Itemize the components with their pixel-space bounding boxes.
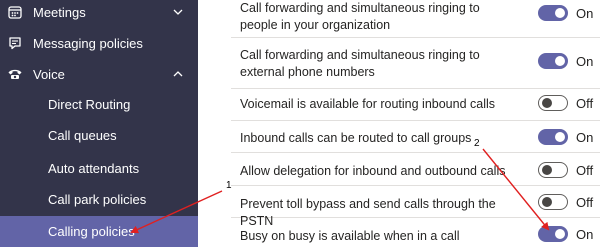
sidebar-item-call-park-policies[interactable]: Call park policies: [0, 184, 198, 215]
toggle-knob: [542, 98, 552, 108]
toggle-knob: [555, 229, 565, 239]
toggle-knob: [542, 165, 552, 175]
setting-row: Allow delegation for inbound and outboun…: [231, 152, 600, 186]
setting-state: Off: [576, 96, 594, 111]
toggle-knob: [555, 8, 565, 18]
nav-item-meetings[interactable]: Meetings: [0, 0, 198, 28]
message-icon: [6, 34, 24, 52]
settings-panel: Call forwarding and simultaneous ringing…: [198, 0, 600, 247]
setting-toggle[interactable]: [538, 5, 568, 21]
setting-toggle[interactable]: [538, 129, 568, 145]
nav-item-label: Messaging policies: [33, 35, 143, 51]
chevron-up-icon[interactable]: [172, 68, 184, 80]
setting-toggle[interactable]: [538, 95, 568, 111]
setting-row: Call forwarding and simultaneous ringing…: [231, 37, 600, 89]
setting-row: Inbound calls can be routed to call grou…: [231, 120, 600, 153]
sidebar-item-label: Call queues: [48, 128, 117, 143]
setting-row: Voicemail is available for routing inbou…: [231, 88, 600, 121]
sidebar-item-label: Calling policies: [48, 224, 135, 239]
setting-state: On: [576, 6, 594, 21]
setting-label: Busy on busy is available when in a call: [240, 229, 460, 243]
toggle-knob: [555, 56, 565, 66]
sidebar-item-label: Direct Routing: [48, 97, 131, 112]
nav-item-label: Voice: [33, 66, 65, 82]
annotation-label-1: 1: [226, 180, 232, 191]
setting-toggle[interactable]: [538, 226, 568, 242]
sidebar-item-call-queues[interactable]: Call queues: [0, 120, 198, 151]
calendar-icon: [6, 3, 24, 21]
sidebar-item-direct-routing[interactable]: Direct Routing: [0, 89, 198, 120]
phone-icon: [6, 65, 24, 83]
setting-toggle[interactable]: [538, 194, 568, 210]
sidebar: Meetings Messaging policies Voice Direct…: [0, 0, 198, 247]
setting-label: Allow delegation for inbound and outboun…: [240, 164, 506, 178]
setting-label: Voicemail is available for routing inbou…: [240, 97, 496, 111]
sidebar-item-label: Call park policies: [48, 192, 147, 207]
setting-state: On: [576, 130, 594, 145]
chevron-down-icon[interactable]: [172, 6, 184, 18]
setting-row: Busy on busy is available when in a call…: [231, 217, 600, 249]
setting-toggle[interactable]: [538, 53, 568, 69]
setting-row: Call forwarding and simultaneous ringing…: [231, 0, 600, 38]
setting-row: Prevent toll bypass and send calls throu…: [231, 185, 600, 228]
nav-item-messaging-policies[interactable]: Messaging policies: [0, 27, 198, 59]
setting-toggle[interactable]: [538, 162, 568, 178]
setting-label: Call forwarding and simultaneous ringing…: [240, 48, 480, 79]
sidebar-item-auto-attendants[interactable]: Auto attendants: [0, 153, 198, 184]
nav-item-label: Meetings: [33, 4, 86, 20]
setting-label: Call forwarding and simultaneous ringing…: [240, 1, 480, 32]
annotation-label-2: 2: [474, 138, 480, 149]
setting-state: Off: [576, 163, 594, 178]
sidebar-item-calling-policies[interactable]: Calling policies: [0, 216, 198, 247]
nav-item-voice[interactable]: Voice: [0, 58, 198, 90]
setting-state: On: [576, 227, 594, 242]
setting-state: Off: [576, 195, 594, 210]
sidebar-item-label: Auto attendants: [48, 161, 140, 176]
setting-state: On: [576, 54, 594, 69]
toggle-knob: [542, 197, 552, 207]
toggle-knob: [555, 132, 565, 142]
